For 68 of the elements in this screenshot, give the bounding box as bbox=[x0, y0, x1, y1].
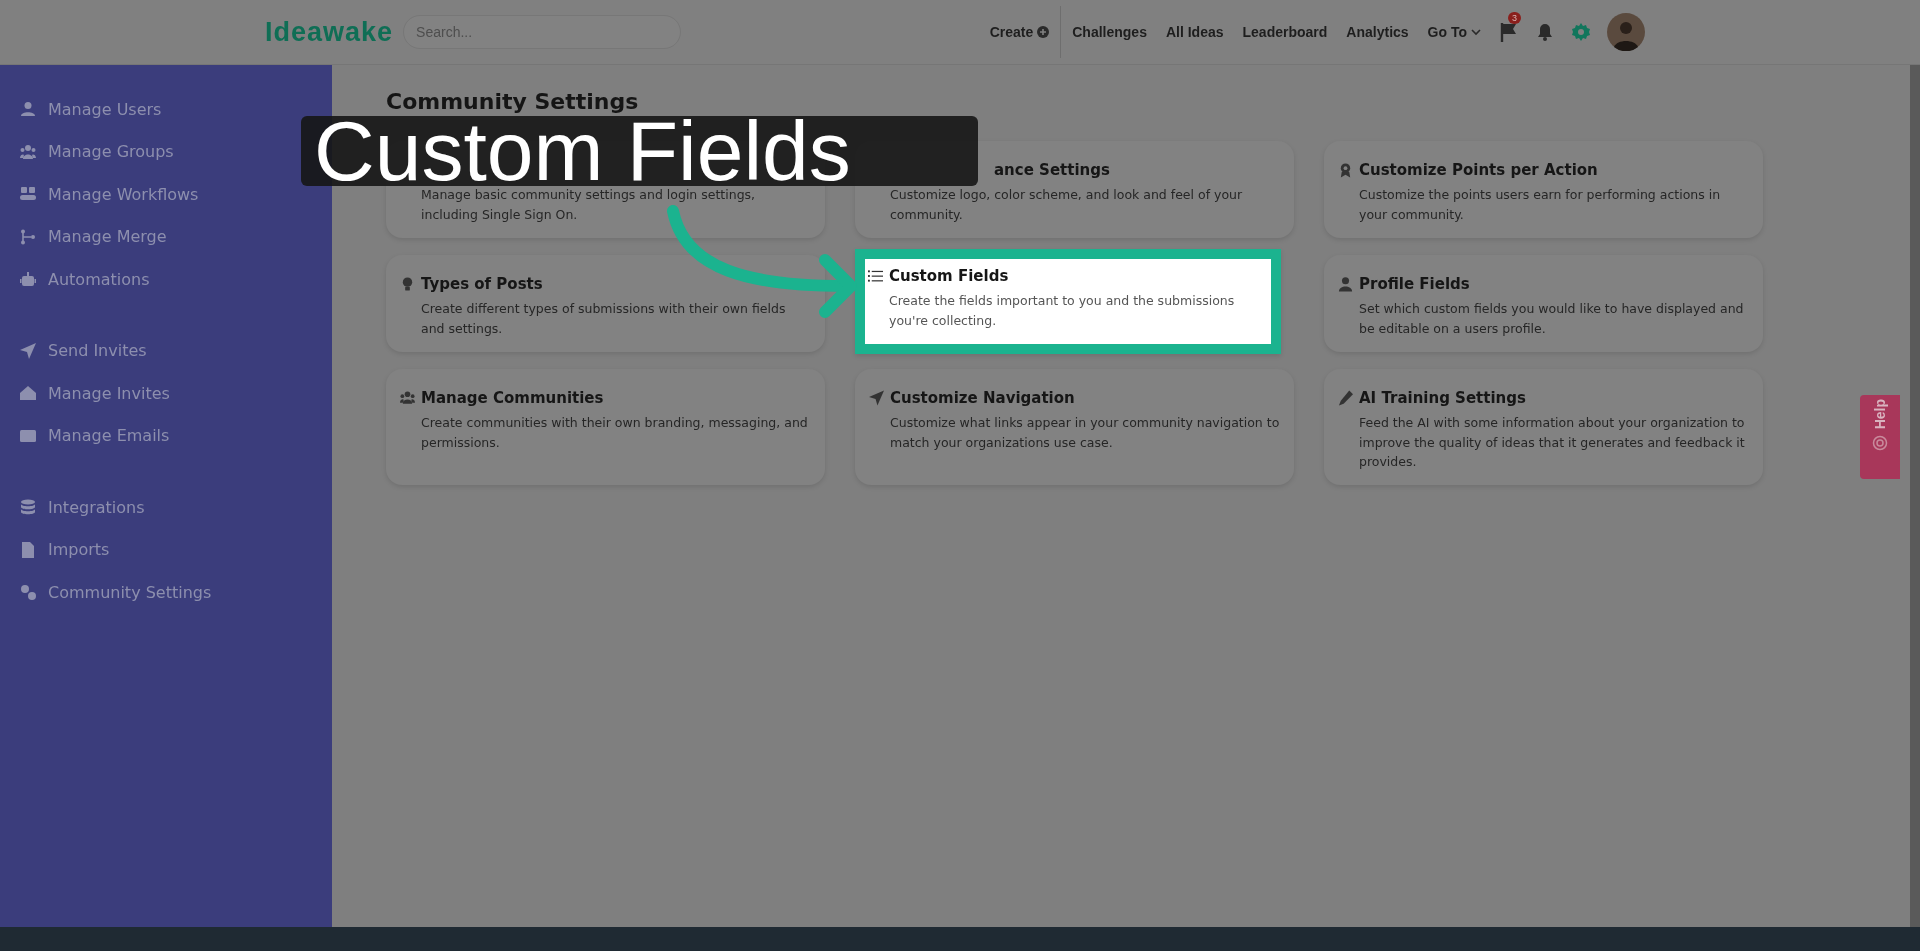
card-description: Manage basic community settings and login settings, including Single Sign On. bbox=[421, 186, 757, 224]
sidebar-item[interactable]: Manage Merge bbox=[0, 215, 167, 258]
paper-plane-icon bbox=[20, 342, 36, 359]
sidebar-item[interactable]: Imports bbox=[0, 528, 110, 571]
sidebar-item[interactable]: Integrations bbox=[0, 486, 145, 529]
card-title: Types of Posts bbox=[421, 275, 543, 293]
notification-badge: 3 bbox=[1508, 12, 1521, 24]
location-arrow-icon bbox=[869, 390, 884, 406]
settings-card[interactable]: Types of Posts Create different types of submissions with their own fields and settings. bbox=[386, 255, 825, 352]
card-description: Feed the AI with some information about your organization to improve the quality of ideas that it generates and feedback it provides. bbox=[1359, 414, 1746, 471]
sidebar-item[interactable]: Manage Emails bbox=[0, 414, 170, 457]
list-icon bbox=[868, 268, 883, 284]
merge-icon bbox=[20, 228, 36, 245]
sidebar-item[interactable]: Manage Workflows bbox=[0, 173, 199, 216]
bell-icon[interactable] bbox=[1537, 23, 1553, 41]
users-icon bbox=[20, 143, 36, 160]
house-icon bbox=[20, 385, 36, 402]
nav-link[interactable]: Leaderboard bbox=[1242, 24, 1328, 40]
card-title: Profile Fields bbox=[1359, 275, 1470, 293]
nav-link[interactable]: All Ideas bbox=[1165, 24, 1224, 40]
workflow-icon bbox=[20, 186, 36, 203]
card-description: Set which custom fields you would like to have displayed and be editable on a users profile. bbox=[1359, 300, 1745, 338]
award-icon bbox=[1338, 162, 1353, 178]
plus-circle-icon bbox=[1037, 26, 1050, 38]
lightbulb-icon bbox=[400, 276, 415, 292]
card-title: Customize Points per Action bbox=[1359, 161, 1598, 179]
sidebar-item[interactable]: Manage Invites bbox=[0, 372, 170, 415]
settings-card[interactable]: Customize Navigation Customize what links appear in your community navigation to match your organizations use case. bbox=[855, 369, 1294, 485]
card-description: Customize the points users earn for performing actions in your community. bbox=[1359, 186, 1722, 224]
help-tab[interactable]: Help bbox=[1860, 395, 1900, 479]
nav-link[interactable]: Challenges bbox=[1072, 24, 1147, 40]
sidebar-item[interactable]: Automations bbox=[0, 258, 150, 301]
avatar[interactable] bbox=[1607, 13, 1645, 51]
card-title: ance Settings bbox=[994, 161, 1110, 179]
lifebuoy-icon bbox=[1872, 435, 1888, 452]
pencil-icon bbox=[1338, 390, 1353, 406]
page-title: Community Settings bbox=[386, 89, 640, 114]
settings-card[interactable]: Manage Communities Create communities with their own branding, messaging, and permissions. bbox=[386, 369, 825, 485]
card-description: Create communities with their own branding, messaging, and permissions. bbox=[421, 414, 809, 452]
create-button[interactable]: Create bbox=[989, 24, 1050, 40]
settings-card[interactable]: Profile Fields Set which custom fields you would like to have displayed and be editable on a users profile. bbox=[1324, 255, 1763, 352]
card-description: Create the fields important to you and the submissions you're collecting. bbox=[889, 292, 1236, 330]
card-title: Custom Fields bbox=[889, 267, 1009, 285]
chevron-down-icon bbox=[1471, 28, 1481, 36]
callout-tooltip: Custom Fields bbox=[301, 116, 978, 186]
card-title: AI Training Settings bbox=[1359, 389, 1526, 407]
settings-card[interactable]: Custom Fields Create the fields important to you and the submissions you're collecting. bbox=[855, 249, 1281, 354]
settings-card[interactable]: Customize Points per Action Customize the points users earn for performing actions in your community. bbox=[1324, 141, 1763, 238]
card-description: Customize logo, color scheme, and look and feel of your community. bbox=[890, 186, 1244, 224]
file-icon bbox=[20, 541, 36, 558]
card-title: Manage Communities bbox=[421, 389, 604, 407]
settings-card[interactable]: AI Training Settings Feed the AI with some information about your organization to improve the quality of ideas that it generates and feedback it provides. bbox=[1324, 369, 1763, 485]
card-title: Customize Navigation bbox=[890, 389, 1075, 407]
card-description: Create different types of submissions with their own fields and settings. bbox=[421, 300, 787, 338]
card-description: Customize what links appear in your community navigation to match your organizations use case. bbox=[890, 414, 1280, 452]
sidebar-item[interactable]: Manage Users bbox=[0, 88, 162, 131]
sidebar-item[interactable]: Community Settings bbox=[0, 571, 212, 614]
database-icon bbox=[20, 499, 36, 516]
nav-link[interactable]: Analytics bbox=[1346, 24, 1409, 40]
scrollbar[interactable] bbox=[1910, 65, 1920, 927]
robot-icon bbox=[20, 271, 36, 288]
user-icon bbox=[20, 101, 36, 118]
sidebar-item[interactable]: Manage Groups bbox=[0, 130, 174, 173]
flag-icon[interactable] bbox=[1500, 22, 1518, 42]
user-icon bbox=[1338, 276, 1353, 292]
users-icon bbox=[400, 390, 415, 406]
goto-menu[interactable]: Go To bbox=[1427, 24, 1481, 40]
sidebar-item[interactable]: Send Invites bbox=[0, 329, 147, 372]
